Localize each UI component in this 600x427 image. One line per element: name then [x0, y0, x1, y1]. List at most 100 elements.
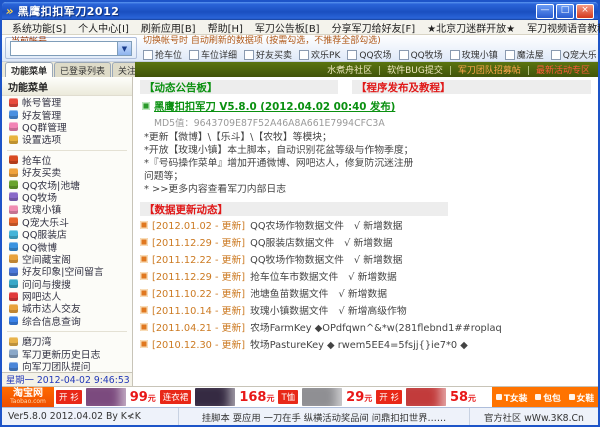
sidebar-item-icon: [9, 98, 18, 107]
minimize-button[interactable]: —: [536, 4, 554, 19]
tab[interactable]: 已登录列表: [54, 62, 111, 77]
title-bar[interactable]: » 黑鹰扣扣军刀2012 — □ ×: [2, 2, 598, 20]
refresh-checkbox[interactable]: 玫瑰小镇: [450, 48, 498, 61]
sidebar-item-dress-shop[interactable]: QQ服装店: [2, 228, 132, 240]
ad-tag[interactable]: 开 衫: [56, 390, 82, 404]
checkbox-icon[interactable]: [450, 50, 460, 60]
ad-price[interactable]: 29元: [346, 390, 372, 405]
account-combobox[interactable]: ▼: [10, 41, 132, 56]
sidebar-item-wenwen-sousou[interactable]: 问问与搜搜: [2, 277, 132, 289]
checkbox-icon[interactable]: [551, 50, 561, 60]
topbar-link[interactable]: 软件BUG提交: [378, 63, 443, 76]
sidebar-item-weibo[interactable]: QQ微博: [2, 240, 132, 252]
board-title: 【动态公告板】: [144, 80, 218, 95]
refresh-checkbox[interactable]: 抢车位: [143, 48, 182, 61]
update-row: [2012.01.02 - 更新] QQ农场作物数据文件 √ 新增数据: [140, 216, 591, 233]
sidebar-item-icon: [9, 292, 18, 301]
sidebar-item-label: 帐号管理: [22, 96, 61, 108]
ad-price[interactable]: 58元: [450, 390, 476, 405]
sidebar-item-treasure-pavilion[interactable]: 空间藏宝阁: [2, 253, 132, 265]
update-date: [2011.10.22 - 更新]: [152, 286, 245, 300]
sidebar-item-label: Q宠大乐斗: [22, 216, 69, 228]
checkbox-icon[interactable]: [347, 50, 357, 60]
update-row: [2011.12.22 - 更新] QQ牧场作物数据文件 √ 新增数据: [140, 250, 591, 267]
taobao-logo[interactable]: 淘宝网 Taobao.com: [2, 387, 54, 407]
official-site-link[interactable]: 官方社区 wWw.3K8.Cn: [469, 408, 598, 425]
app-window: » 黑鹰扣扣军刀2012 — □ × 系统功能[S]个人中心[I]刷新应用[B]…: [0, 0, 600, 427]
menu-item[interactable]: ★北京刀迷群开放★: [421, 20, 521, 35]
sidebar-item-rose-town[interactable]: 玫瑰小镇: [2, 203, 132, 215]
sidebar-item-netbar-daren[interactable]: 网吧达人: [2, 290, 132, 302]
refresh-checkbox[interactable]: Q宠大乐斗: [551, 48, 596, 61]
sidebar-item-city-daren[interactable]: 城市达人交友: [2, 302, 132, 314]
sidebar-item-ask-team[interactable]: 向军刀团队提问: [2, 360, 132, 372]
topbar-link[interactable]: 最新活动专区: [527, 63, 590, 76]
sidebar-item-label: 城市达人交友: [22, 302, 81, 314]
sidebar-item-pet-fight[interactable]: Q宠大乐斗: [2, 216, 132, 228]
menu-item[interactable]: 帮助[H]: [202, 20, 249, 35]
ad-tag[interactable]: 开 衫: [376, 390, 402, 404]
update-text: 池塘鱼苗数据文件: [250, 286, 328, 300]
menu-item[interactable]: 军刀公告板[B]: [249, 20, 326, 35]
sidebar-item-sharpen-knife[interactable]: 磨刀湾: [2, 335, 132, 347]
sidebar-item-parking[interactable]: 抢车位: [2, 154, 132, 166]
ad-tag[interactable]: 连衣裙: [160, 390, 192, 404]
update-extra: √ 新增高级作物: [338, 303, 406, 317]
sidebar-item-friend-manage[interactable]: 好友管理: [2, 108, 132, 120]
ad-photo[interactable]: [195, 388, 235, 406]
refresh-checkbox[interactable]: 魔法屋: [505, 48, 544, 61]
refresh-checkbox[interactable]: QQ牧场: [399, 48, 443, 61]
version-release-link[interactable]: 黑鹰扣扣军刀 V5.8.0 (2012.04.02 00:40 发布): [154, 98, 395, 113]
sidebar-item-label: 设置选项: [22, 133, 61, 145]
sidebar-item-icon: [9, 242, 18, 251]
ad-photo[interactable]: [86, 388, 126, 406]
ad-category[interactable]: 女鞋: [569, 391, 595, 404]
refresh-checkbox[interactable]: QQ农场: [347, 48, 391, 61]
menu-item[interactable]: 分享军刀给好友[F]: [326, 20, 422, 35]
sidebar-item-pasture[interactable]: QQ牧场: [2, 191, 132, 203]
refresh-checkbox[interactable]: 车位详细: [189, 48, 237, 61]
sidebar-item-update-history[interactable]: 军刀更新历史日志: [2, 347, 132, 359]
update-date: [2011.12.22 - 更新]: [152, 252, 245, 266]
checkbox-icon[interactable]: [299, 50, 309, 60]
ad-category[interactable]: 包包: [535, 391, 561, 404]
checkbox-icon[interactable]: [505, 50, 515, 60]
ad-photo[interactable]: [302, 388, 342, 406]
menu-item[interactable]: 系统功能[S]: [6, 20, 72, 35]
ad-photo[interactable]: [406, 388, 446, 406]
menu-item[interactable]: 刷新应用[B]: [135, 20, 202, 35]
md5-value: MD5值：9643709E87F52A46A8A661E7994CFC3A: [154, 115, 598, 129]
checkbox-icon[interactable]: [143, 50, 153, 60]
sidebar-item-farm-pond[interactable]: QQ农场|池塘: [2, 178, 132, 190]
ad-price[interactable]: 168元: [239, 390, 274, 405]
menu-item[interactable]: 军刀视频语音教程: [521, 20, 600, 35]
checkbox-icon[interactable]: [244, 50, 254, 60]
sidebar-item-friend-trade[interactable]: 好友买卖: [2, 166, 132, 178]
ad-tag[interactable]: T恤: [278, 390, 298, 404]
release-title-strip: 【程序发布及教程】: [352, 80, 591, 94]
topbar-link[interactable]: 军刀团队招募帖: [449, 63, 521, 76]
sidebar-item-friend-impression[interactable]: 好友印象|空间留言: [2, 265, 132, 277]
topbar-link[interactable]: 水煮舟社区: [327, 63, 372, 76]
maximize-button[interactable]: □: [556, 4, 574, 19]
sidebar-item-qq-group-manage[interactable]: QQ群管理: [2, 121, 132, 133]
sidebar-item-icon: [9, 180, 18, 189]
sidebar-item-info-query[interactable]: 综合信息查询: [2, 315, 132, 327]
sidebar-item-icon: [9, 192, 18, 201]
sidebar-item-settings[interactable]: 设置选项: [2, 133, 132, 145]
chevron-down-icon[interactable]: ▼: [117, 42, 131, 55]
ad-banner[interactable]: 淘宝网 Taobao.com 开 衫 99元 连衣裙 168元 T恤 29元 开…: [2, 386, 598, 407]
tab[interactable]: 功能菜单: [5, 62, 53, 77]
refresh-checkbox[interactable]: 欢乐PK: [299, 48, 340, 61]
menu-item[interactable]: 个人中心[I]: [72, 20, 135, 35]
checkbox-icon[interactable]: [189, 50, 199, 60]
update-date: [2011.12.29 - 更新]: [152, 269, 245, 283]
close-button[interactable]: ×: [576, 4, 594, 19]
ad-category[interactable]: T女装: [496, 391, 528, 404]
checkbox-icon[interactable]: [399, 50, 409, 60]
update-date: [2011.12.29 - 更新]: [152, 235, 245, 249]
sidebar-item-account-manage[interactable]: 帐号管理: [2, 96, 132, 108]
refresh-checkbox[interactable]: 好友买卖: [244, 48, 292, 61]
sidebar-item-icon: [9, 254, 18, 263]
ad-price[interactable]: 99元: [130, 390, 156, 405]
